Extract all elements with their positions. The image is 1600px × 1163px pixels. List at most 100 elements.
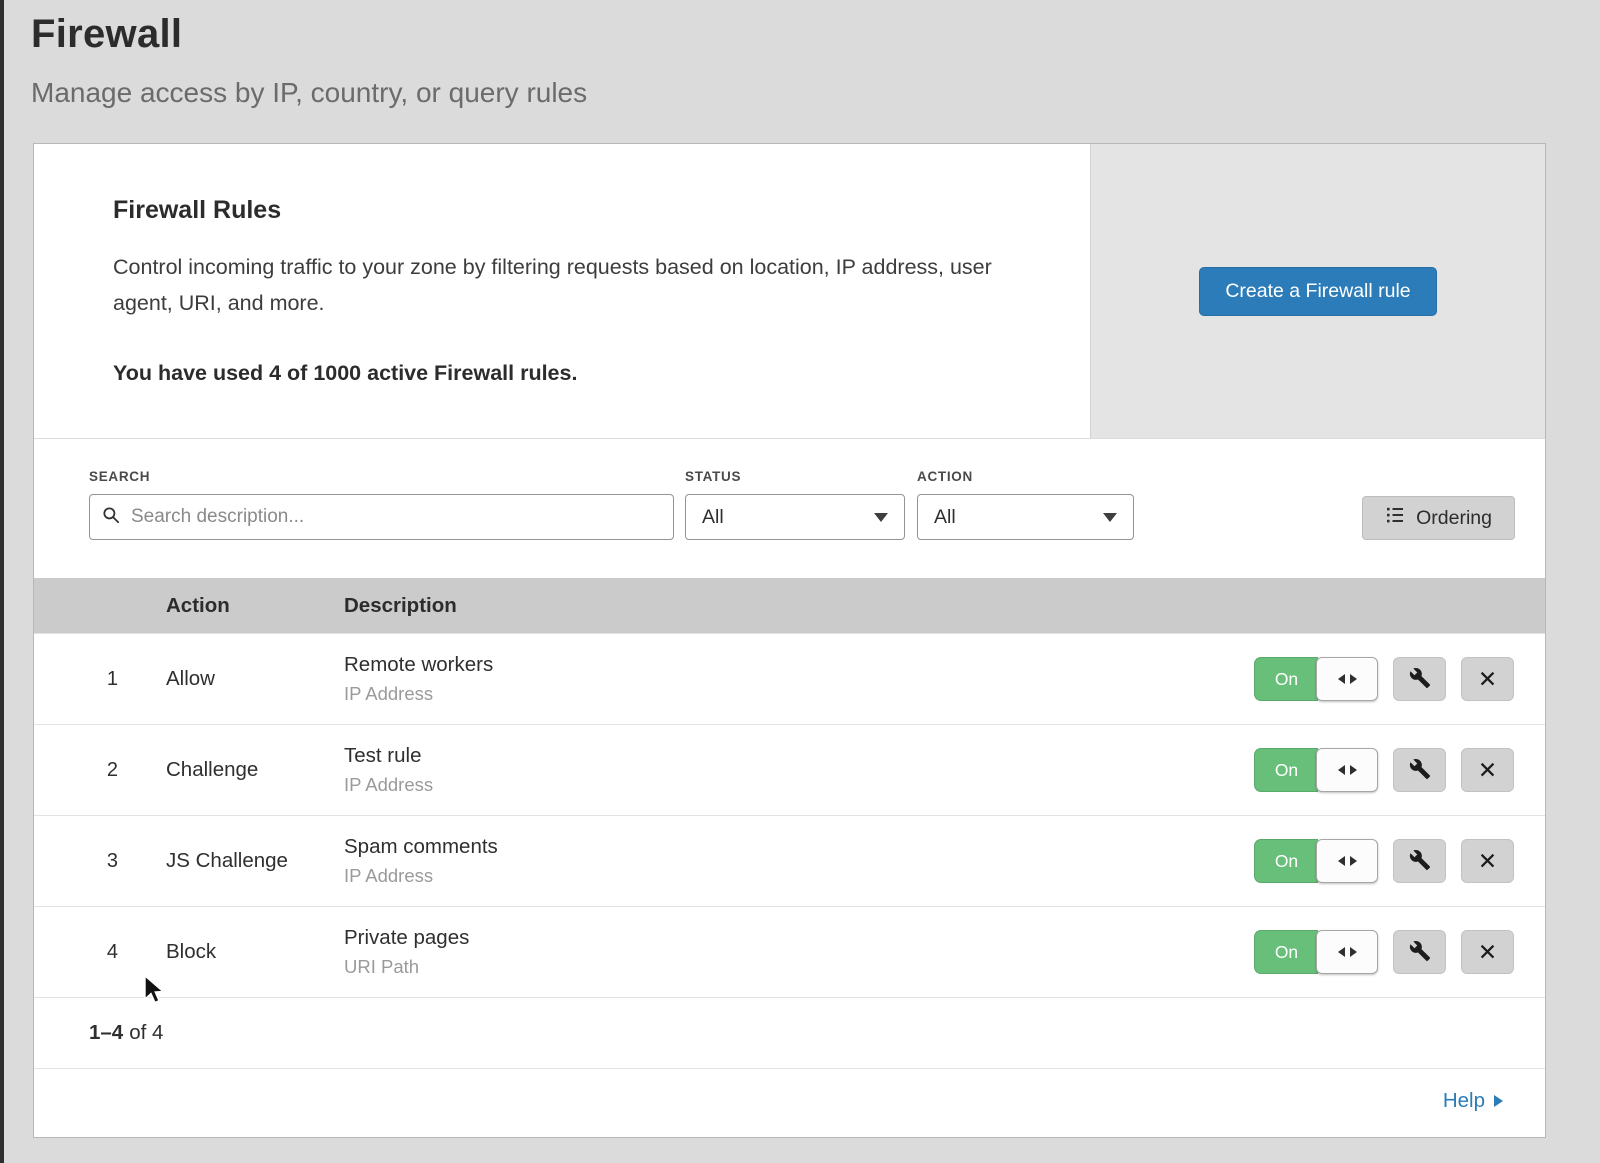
rules-usage-count: You have used 4 of 1000 active Firewall … [113,361,1010,386]
action-label: ACTION [917,469,1134,484]
rule-action: Allow [166,667,344,691]
arrow-right-icon [1350,674,1357,684]
ordered-list-icon [1385,505,1405,531]
status-label: STATUS [685,469,905,484]
search-label: SEARCH [89,469,674,484]
delete-rule-button[interactable]: ✕ [1461,839,1514,883]
edit-rule-button[interactable] [1393,839,1446,883]
close-icon: ✕ [1478,759,1497,782]
table-row: 4 Block Private pages URI Path On [34,906,1545,997]
rule-match-type: IP Address [344,683,1205,705]
help-link[interactable]: Help [1443,1089,1503,1113]
status-select[interactable]: All [685,494,905,540]
rule-action: Block [166,940,344,964]
rule-description: Remote workers [344,653,1205,677]
table-header-row: Action Description [34,578,1545,633]
rule-enabled-toggle[interactable]: On [1254,930,1378,974]
screen-left-edge [0,0,4,1163]
wrench-icon [1409,758,1431,783]
close-icon: ✕ [1478,850,1497,873]
toggle-knob[interactable] [1316,930,1378,974]
rule-number: 4 [34,941,166,964]
table-row: 2 Challenge Test rule IP Address On [34,724,1545,815]
rule-description-cell: Remote workers IP Address [344,653,1205,705]
ordering-button[interactable]: Ordering [1362,496,1515,540]
rule-number: 2 [34,759,166,782]
pagination-total: of 4 [129,1021,163,1044]
wrench-icon [1409,667,1431,692]
wrench-icon [1409,940,1431,965]
page-subtitle: Manage access by IP, country, or query r… [31,77,1600,109]
status-select-value: All [702,506,724,529]
mouse-cursor [142,975,168,1010]
rule-number: 1 [34,668,166,691]
rule-description-cell: Private pages URI Path [344,926,1205,978]
column-header-description: Description [344,594,1205,618]
rule-enabled-toggle[interactable]: On [1254,657,1378,701]
edit-rule-button[interactable] [1393,930,1446,974]
search-input-box [89,494,674,540]
rules-heading: Firewall Rules [113,196,1010,225]
rule-controls: On ✕ [1205,839,1545,883]
wrench-icon [1409,849,1431,874]
rule-enabled-toggle[interactable]: On [1254,748,1378,792]
create-firewall-rule-button[interactable]: Create a Firewall rule [1199,267,1436,316]
rule-match-type: IP Address [344,774,1205,796]
rules-intro-text: Firewall Rules Control incoming traffic … [34,144,1090,438]
rule-description: Private pages [344,926,1205,950]
arrow-left-icon [1338,856,1345,866]
search-input[interactable] [129,505,661,529]
toggle-on-label: On [1254,748,1318,792]
delete-rule-button[interactable]: ✕ [1461,930,1514,974]
ordering-label: Ordering [1416,507,1492,530]
rules-description: Control incoming traffic to your zone by… [113,249,1010,321]
rules-intro-section: Firewall Rules Control incoming traffic … [34,144,1545,438]
toggle-knob[interactable] [1316,839,1378,883]
rule-controls: On ✕ [1205,930,1545,974]
create-rule-panel: Create a Firewall rule [1090,144,1545,438]
edit-rule-button[interactable] [1393,657,1446,701]
arrow-left-icon [1338,765,1345,775]
toggle-on-label: On [1254,839,1318,883]
rules-table: Action Description 1 Allow Remote worker… [34,578,1545,1068]
rule-action: JS Challenge [166,849,344,873]
edit-rule-button[interactable] [1393,748,1446,792]
column-header-action: Action [166,594,344,618]
action-select[interactable]: All [917,494,1134,540]
card-footer: Help [34,1068,1545,1137]
delete-rule-button[interactable]: ✕ [1461,748,1514,792]
firewall-card: Firewall Rules Control incoming traffic … [33,143,1546,1138]
rule-description: Test rule [344,744,1205,768]
rule-match-type: URI Path [344,956,1205,978]
arrow-right-icon [1350,856,1357,866]
rule-controls: On ✕ [1205,748,1545,792]
help-label: Help [1443,1089,1485,1113]
toggle-knob[interactable] [1316,748,1378,792]
filter-bar: SEARCH STATUS All ACTION All [34,438,1545,578]
close-icon: ✕ [1478,941,1497,964]
arrow-right-icon [1350,765,1357,775]
delete-rule-button[interactable]: ✕ [1461,657,1514,701]
search-filter-group: SEARCH [89,469,674,540]
chevron-down-icon [874,513,888,522]
rule-description: Spam comments [344,835,1205,859]
rule-controls: On ✕ [1205,657,1545,701]
page-title: Firewall [31,12,1600,57]
rule-action: Challenge [166,758,344,782]
action-filter-group: ACTION All [917,469,1134,540]
pagination-range: 1–4 [89,1021,123,1044]
page-header: Firewall Manage access by IP, country, o… [0,0,1600,109]
arrow-left-icon [1338,674,1345,684]
action-select-value: All [934,506,956,529]
table-row: 3 JS Challenge Spam comments IP Address … [34,815,1545,906]
rule-match-type: IP Address [344,865,1205,887]
close-icon: ✕ [1478,668,1497,691]
rule-description-cell: Test rule IP Address [344,744,1205,796]
arrow-right-icon [1350,947,1357,957]
toggle-knob[interactable] [1316,657,1378,701]
table-row: 1 Allow Remote workers IP Address On [34,633,1545,724]
search-icon [102,506,120,529]
toggle-on-label: On [1254,930,1318,974]
rule-enabled-toggle[interactable]: On [1254,839,1378,883]
arrow-right-icon [1494,1095,1503,1107]
